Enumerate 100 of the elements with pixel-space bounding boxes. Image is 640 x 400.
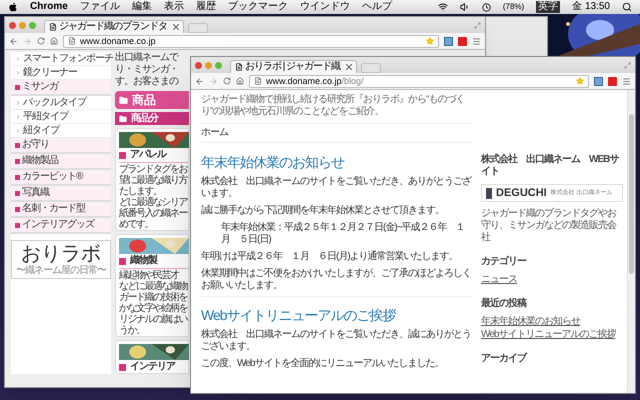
intro-text: り・ミサンガ・ <box>115 64 179 76</box>
square-bullet-icon <box>15 190 20 196</box>
address-bar[interactable]: www.doname.co.jp <box>63 34 439 48</box>
square-bullet-icon <box>15 222 20 228</box>
square-bullet-icon <box>15 142 20 148</box>
card-heading[interactable]: 織物製 <box>119 255 188 267</box>
chevron-icon <box>15 100 21 106</box>
subcategory-link[interactable]: スマートフォンポーチ <box>11 52 111 66</box>
category-item[interactable]: 写真織 <box>11 186 111 202</box>
card-text: 紙番号入の織ネー <box>119 208 188 219</box>
app-menu[interactable]: Chrome <box>30 1 68 13</box>
bookmark-star-icon[interactable] <box>576 77 584 85</box>
recent-post-link[interactable]: Webサイトリニューアルのご挨拶 <box>481 329 623 341</box>
url-text: www.doname.co.jp <box>80 36 156 46</box>
post-paragraph: 休業期間中はご不便をおかけいたしますが、ご了承のほどよろしくお願いいたします。 <box>201 268 472 292</box>
square-bullet-icon <box>15 174 20 180</box>
close-window-button[interactable] <box>9 22 16 28</box>
wifi-icon[interactable] <box>438 2 448 12</box>
home-icon[interactable] <box>236 77 244 85</box>
url-text: www.doname.co.jp/blog/ <box>266 76 364 86</box>
category-item[interactable]: インテリアグッズ <box>11 218 111 234</box>
chevron-icon <box>15 128 21 134</box>
menu-item[interactable]: ウインドウ <box>300 1 350 13</box>
tab-close-icon[interactable] <box>173 24 179 30</box>
apple-icon[interactable] <box>8 2 18 12</box>
browser-tab[interactable]: ジャガード織のブランドタ <box>44 20 184 33</box>
home-icon[interactable] <box>50 37 58 45</box>
section-banner: 商品分 <box>115 112 189 125</box>
category-item[interactable]: お守り <box>11 138 111 154</box>
company-description: ジャガード織のブランドタグやお守り、ミサンガなどの製造販売会社 <box>481 208 618 244</box>
reload-icon[interactable] <box>37 37 45 45</box>
card-heading[interactable]: インテリア <box>119 361 188 373</box>
menu-item[interactable]: 履歴 <box>196 1 216 13</box>
tab-close-icon[interactable] <box>346 64 352 70</box>
widget-heading: 最近の投稿 <box>481 298 528 310</box>
page-icon <box>235 63 243 71</box>
menu-item[interactable]: 編集 <box>132 1 152 13</box>
post-title[interactable]: Webサイトリニューアルのご挨拶 <box>201 307 473 324</box>
widget-heading: アーカイブ <box>481 353 528 365</box>
menu-icon[interactable] <box>622 76 631 86</box>
widget-heading: 株式会社 出口織ネーム WEBサイト <box>481 154 620 178</box>
reload-icon[interactable] <box>223 77 231 85</box>
category-item[interactable]: 織物製品 <box>11 154 111 170</box>
menu-item[interactable]: 表示 <box>164 1 184 13</box>
products-banner: 商品 <box>115 91 189 109</box>
category-link[interactable]: ニュース <box>481 274 623 286</box>
post-title[interactable]: 年末年始休業のお知らせ <box>201 154 473 171</box>
card-heading[interactable]: アパレル <box>119 149 188 161</box>
chevron-icon <box>15 70 21 76</box>
square-bullet-icon <box>15 158 20 164</box>
recent-post-link[interactable]: 年末年始休業のお知らせ <box>481 316 623 328</box>
post-paragraph: 誠に勝手ながら下記期間を年末年始休業とさせて頂きます。 <box>201 205 445 217</box>
post-paragraph: 年明けは平成２６年 １月 ６日(月)より通常営業いたします。 <box>201 251 459 263</box>
intro-text: す。お客さまの <box>115 76 180 88</box>
post-paragraph: 年末年始休業：平成２５年１２月２７日(金)~平成２６年 １月 ５日(日) <box>220 222 466 246</box>
card-text: ガード織の技術を <box>119 292 188 303</box>
input-mode[interactable]: 英字 <box>536 1 560 13</box>
browser-tab[interactable]: おりラボ | ジャガード織 <box>230 60 358 73</box>
arrow-bullet-icon <box>119 364 126 370</box>
menu-item[interactable]: ブックマーク <box>228 1 288 13</box>
nav-link[interactable]: ホーム <box>201 127 228 139</box>
back-icon[interactable] <box>195 76 204 86</box>
fullscreen-icon[interactable] <box>624 62 631 68</box>
volume-icon[interactable] <box>460 2 470 12</box>
card-text: かな文字や絵柄を <box>119 303 188 314</box>
card-text: 望に最適な織り方 <box>119 175 188 186</box>
folder-icon <box>119 114 127 122</box>
post-paragraph: 株式会社 出口織ネームのサイトをご覧いただき、ありがとうございます。 <box>201 176 472 200</box>
arrow-bullet-icon <box>119 258 126 264</box>
back-icon[interactable] <box>9 36 18 46</box>
battery-status[interactable]: (78%) <box>502 2 524 12</box>
blog-tagline: ジャガード織物で挑戦し続ける研究所『おりラボ』から“ものづくり”の現場や地元石川県のことなどをご紹介。 <box>201 92 466 118</box>
close-window-button[interactable] <box>195 62 202 68</box>
address-bar[interactable]: www.doname.co.jp/blog/ <box>249 74 589 88</box>
card-text: めです。 <box>119 219 154 230</box>
search-icon[interactable] <box>622 2 632 12</box>
arrow-bullet-icon <box>119 152 126 158</box>
fullscreen-icon[interactable] <box>474 22 481 28</box>
menu-item[interactable]: ファイル <box>80 1 120 13</box>
scrollbar[interactable] <box>627 90 635 393</box>
clock-icon[interactable] <box>482 2 491 12</box>
category-item[interactable]: カラービット® <box>11 170 111 186</box>
chevron-icon <box>15 114 21 120</box>
folder-icon <box>119 96 128 104</box>
blog-banner[interactable]: おりラボ 〜織ネーム屋の日常〜 <box>11 240 111 279</box>
page-icon <box>254 77 262 85</box>
menu-icon[interactable] <box>472 36 481 46</box>
category-item[interactable]: 名刺・カード型 <box>11 202 111 218</box>
bookmark-star-icon[interactable] <box>426 37 434 45</box>
subcategory-link[interactable]: バックルタイプ <box>11 96 111 110</box>
page-icon <box>49 23 57 31</box>
card-text: リジナルの旗はい <box>119 314 188 325</box>
card-text: 縁起物や民芸才 <box>119 270 180 281</box>
subcategory-link[interactable]: 平紐タイプ <box>11 110 111 124</box>
card-text: たします。 <box>119 186 162 197</box>
card-text: などに最適な織物 <box>119 281 188 292</box>
category-item[interactable]: ミサンガ <box>11 80 111 96</box>
menu-clock[interactable]: 金 13:50 <box>572 1 610 13</box>
menu-item[interactable]: ヘルプ <box>362 1 392 13</box>
card-text: ブランドタグをお <box>119 164 188 175</box>
